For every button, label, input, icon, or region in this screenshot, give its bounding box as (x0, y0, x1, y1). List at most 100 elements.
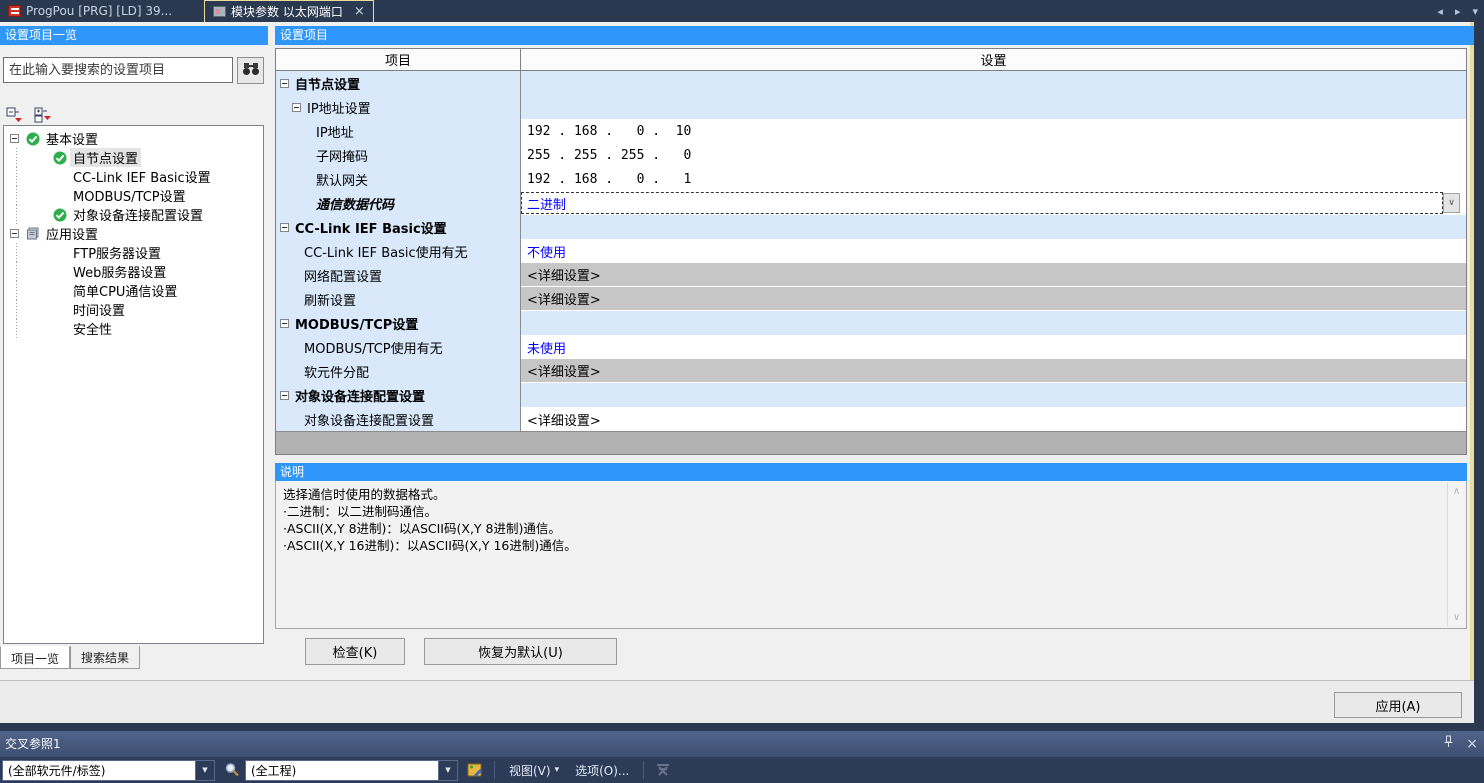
table-row[interactable]: 网络配置设置 <详细设置> (276, 263, 1466, 287)
expand-all-icon[interactable] (33, 106, 53, 124)
search-input[interactable] (3, 57, 233, 83)
tree-item-label: 自节点设置 (70, 148, 141, 167)
view-menu[interactable]: 视图(V) ▾ (501, 762, 567, 779)
table-row[interactable]: CC-Link IEF Basic设置 (276, 215, 1466, 239)
dropdown-button[interactable]: ∨ (1443, 193, 1460, 213)
collapse-box-icon[interactable] (292, 103, 301, 112)
magnifier-icon[interactable] (221, 759, 243, 781)
row-item-label: 对象设备连接配置设置 (304, 410, 434, 429)
tree-item-label: CC-Link IEF Basic设置 (70, 167, 214, 186)
row-setting-cell[interactable] (521, 95, 1466, 119)
row-setting-cell[interactable]: <详细设置> (521, 407, 1466, 431)
tree-item[interactable]: CC-Link IEF Basic设置 (4, 167, 263, 186)
row-setting-cell[interactable]: 255 . 255 . 255 . 0 (521, 143, 1466, 167)
tree-item[interactable]: 安全性 (4, 319, 263, 338)
device-filter-combo[interactable]: (全部软元件/标签) ▼ (2, 760, 215, 781)
tree-item[interactable]: 对象设备连接配置设置 (4, 205, 263, 224)
description-line: ·二进制：以二进制码通信。 (283, 503, 1440, 520)
nav-left-icon[interactable]: ◂ (1437, 5, 1443, 18)
row-setting-cell[interactable] (521, 311, 1466, 335)
right-panel-title: 设置项目 (275, 26, 1474, 45)
table-row[interactable]: 刷新设置<详细设置> (276, 287, 1466, 311)
tab-item-list[interactable]: 项目一览 (0, 646, 70, 669)
table-header: 项目 设置 (276, 49, 1466, 71)
nav-right-icon[interactable]: ▸ (1455, 5, 1461, 18)
tree-item[interactable]: 时间设置 (4, 300, 263, 319)
tool-settings-icon[interactable] (464, 759, 486, 781)
tree-item[interactable]: 简单CPU通信设置 (4, 281, 263, 300)
row-item-label: IP地址 (316, 122, 354, 141)
options-menu[interactable]: 选项(O)... (567, 762, 637, 779)
restore-default-button[interactable]: 恢复为默认(U) (424, 638, 617, 665)
row-setting-cell[interactable]: <详细设置> (521, 359, 1466, 383)
table-row[interactable]: MODBUS/TCP使用有无 未使用 (276, 335, 1466, 359)
scroll-down-icon[interactable]: ∨ (1448, 609, 1465, 626)
view-menu-label: 视图(V) (509, 762, 551, 779)
tab-overflow-icon[interactable]: ▾ (1472, 5, 1478, 18)
column-header-item: 项目 (276, 49, 521, 70)
row-item-cell: 通信数据代码 (276, 191, 521, 215)
row-setting-cell[interactable] (521, 71, 1466, 95)
filter-disabled-icon[interactable] (652, 759, 674, 781)
table-row[interactable]: 默认网关192 . 168 . 0 . 1 (276, 167, 1466, 191)
collapse-all-icon[interactable] (5, 106, 25, 124)
tab-module-parameter[interactable]: 模块参数 以太网端口 × (204, 0, 374, 22)
tab-search-result[interactable]: 搜索结果 (70, 646, 140, 669)
collapse-box-icon[interactable] (10, 134, 19, 143)
row-setting-cell[interactable]: 未使用 (521, 335, 1466, 359)
close-icon[interactable]: × (354, 5, 365, 18)
tree-item[interactable]: FTP服务器设置 (4, 243, 263, 262)
collapse-box-icon[interactable] (280, 223, 289, 232)
tree-item[interactable]: 自节点设置 (4, 148, 263, 167)
row-item-label: MODBUS/TCP使用有无 (304, 338, 443, 357)
selected-setting-cell[interactable]: 二进制 (521, 192, 1443, 214)
table-row[interactable]: MODBUS/TCP设置 (276, 311, 1466, 335)
row-value: <详细设置> (521, 410, 601, 429)
table-row[interactable]: 子网掩码255 . 255 . 255 . 0 (276, 143, 1466, 167)
close-icon[interactable]: × (1466, 731, 1478, 757)
pin-icon[interactable] (1443, 731, 1454, 757)
table-row[interactable]: 自节点设置 (276, 71, 1466, 95)
collapse-box-icon[interactable] (280, 319, 289, 328)
tree-item[interactable]: Web服务器设置 (4, 262, 263, 281)
collapse-box-icon[interactable] (280, 79, 289, 88)
row-item-cell: 对象设备连接配置设置 (276, 383, 521, 407)
tree-item[interactable]: 应用设置 (4, 224, 263, 243)
apply-button[interactable]: 应用(A) (1334, 692, 1462, 718)
table-row[interactable]: IP地址 192 . 168 . 0 . 10 (276, 119, 1466, 143)
row-item-label: 软元件分配 (304, 362, 369, 381)
row-setting-cell[interactable]: 192 . 168 . 0 . 1 (521, 167, 1466, 191)
tab-progpou[interactable]: ProgPou [PRG] [LD] 39... (0, 0, 196, 22)
row-setting-cell[interactable]: 192 . 168 . 0 . 10 (521, 119, 1466, 143)
row-setting-cell[interactable]: 不使用 (521, 239, 1466, 263)
row-setting-cell[interactable] (521, 383, 1466, 407)
panel-window-buttons: × (1443, 731, 1478, 757)
chevron-down-icon[interactable]: ▼ (195, 760, 215, 781)
row-value: <详细设置> (521, 265, 601, 284)
table-row[interactable]: 通信数据代码二进制∨ (276, 191, 1466, 215)
tree-item-label: 基本设置 (43, 129, 101, 148)
table-row[interactable]: 对象设备连接配置设置 (276, 383, 1466, 407)
collapse-box-icon[interactable] (280, 391, 289, 400)
tree-item[interactable]: 基本设置 (4, 129, 263, 148)
row-setting-cell[interactable]: 二进制∨ (521, 191, 1466, 215)
left-panel-tabs: 项目一览 搜索结果 (0, 646, 140, 669)
row-item-label: 网络配置设置 (304, 266, 382, 285)
row-setting-cell[interactable]: <详细设置> (521, 263, 1466, 287)
table-row[interactable]: 软元件分配 <详细设置> (276, 359, 1466, 383)
table-row[interactable]: 对象设备连接配置设置 <详细设置> (276, 407, 1466, 431)
tree-item-label: 对象设备连接配置设置 (70, 205, 206, 224)
row-setting-cell[interactable]: <详细设置> (521, 287, 1466, 311)
chevron-down-icon[interactable]: ▼ (438, 760, 458, 781)
table-row[interactable]: CC-Link IEF Basic使用有无不使用 (276, 239, 1466, 263)
table-row[interactable]: IP地址设置 (276, 95, 1466, 119)
tree-toolbar (5, 106, 53, 124)
collapse-box-icon[interactable] (10, 229, 19, 238)
row-setting-cell[interactable] (521, 215, 1466, 239)
tree-item[interactable]: MODBUS/TCP设置 (4, 186, 263, 205)
search-button[interactable] (237, 57, 264, 84)
description-scrollbar[interactable]: ∧ ∨ (1447, 483, 1464, 626)
scope-filter-combo[interactable]: (全工程) ▼ (245, 760, 458, 781)
scroll-up-icon[interactable]: ∧ (1448, 483, 1465, 500)
check-button[interactable]: 检查(K) (305, 638, 405, 665)
